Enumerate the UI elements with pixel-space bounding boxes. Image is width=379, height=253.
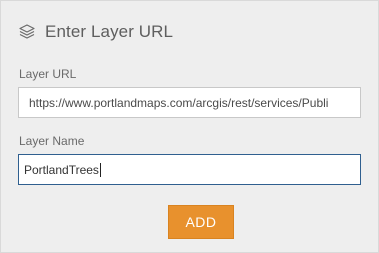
layer-url-input[interactable]: https://www.portlandmaps.com/arcgis/rest… <box>18 87 361 118</box>
add-layer-panel: Enter Layer URL Layer URL https://www.po… <box>0 0 379 253</box>
layer-name-label: Layer Name <box>19 134 85 148</box>
layer-name-value: PortlandTrees <box>24 162 99 177</box>
layer-url-value: https://www.portlandmaps.com/arcgis/rest… <box>29 95 329 110</box>
layer-name-input[interactable]: PortlandTrees <box>18 154 361 185</box>
add-button[interactable]: ADD <box>168 205 234 239</box>
layer-url-label: Layer URL <box>19 67 77 81</box>
text-caret <box>99 162 101 177</box>
page-title: Enter Layer URL <box>45 22 174 41</box>
panel-header: Enter Layer URL <box>18 20 173 44</box>
layers-icon <box>18 23 36 41</box>
